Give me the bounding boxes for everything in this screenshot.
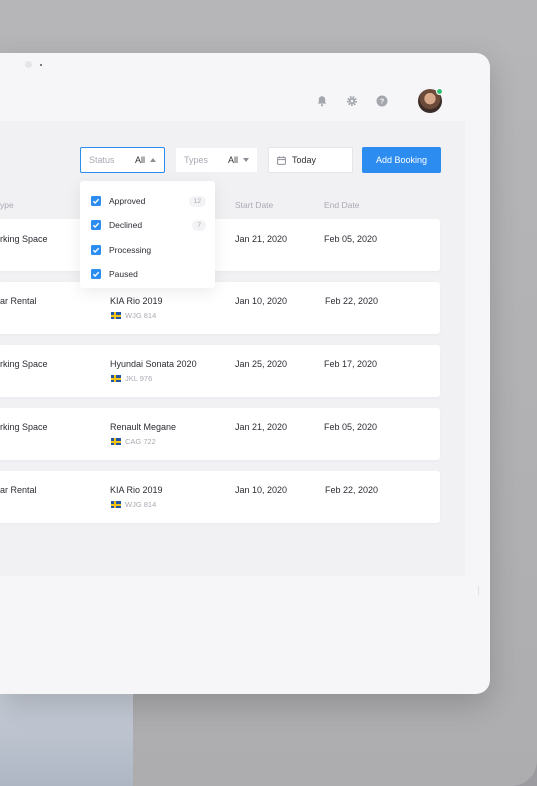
sweden-flag-icon xyxy=(111,501,121,508)
status-option-label: Declined xyxy=(109,220,143,230)
svg-text:?: ? xyxy=(380,97,385,106)
sweden-flag-icon xyxy=(111,375,121,382)
checkbox-checked-icon[interactable] xyxy=(91,269,101,279)
types-filter-label: Types xyxy=(184,155,209,165)
window-controls xyxy=(25,61,42,68)
sweden-flag-icon xyxy=(111,312,121,319)
cell-start-date: Jan 10, 2020 xyxy=(235,296,288,306)
cell-start-date: Jan 21, 2020 xyxy=(235,422,288,432)
date-filter-value: Today xyxy=(292,155,317,165)
cell-type: ar Rental xyxy=(0,296,37,306)
status-option-processing[interactable]: Processing xyxy=(91,244,206,256)
plate-number: WJG 814 xyxy=(125,500,157,509)
date-filter[interactable]: Today xyxy=(268,147,353,173)
status-count-badge: 12 xyxy=(188,195,206,207)
plate-number: WJG 814 xyxy=(125,311,157,320)
cell-type: rking Space xyxy=(0,359,48,369)
status-option-label: Paused xyxy=(109,269,138,279)
cell-plate: WJG 814 xyxy=(111,311,156,320)
chevron-down-icon xyxy=(243,158,249,162)
types-filter-value: All xyxy=(227,155,238,165)
checkbox-checked-icon[interactable] xyxy=(91,196,101,206)
calendar-icon xyxy=(277,155,286,165)
table-row[interactable]: ar Rental KIA Rio 2019 WJG 814 Jan 10, 2… xyxy=(0,471,440,523)
status-option-label: Approved xyxy=(109,196,146,206)
sweden-flag-icon xyxy=(111,438,121,445)
status-option-declined[interactable]: Declined 7 xyxy=(91,219,206,231)
cell-plate: WJG 814 xyxy=(111,500,156,509)
status-dropdown-menu: Approved 12 Declined 7 Processing Paused xyxy=(80,181,215,288)
cell-end-date: Feb 05, 2020 xyxy=(324,234,378,244)
cell-type: ar Rental xyxy=(0,485,37,495)
status-filter-value: All xyxy=(134,155,145,165)
app-window: ? Status All Types All Today Add Booking… xyxy=(0,53,490,694)
table-row[interactable]: ar Rental KIA Rio 2019 WJG 814 Jan 10, 2… xyxy=(0,282,440,334)
cell-start-date: Jan 21, 2020 xyxy=(235,234,288,244)
cell-end-date: Feb 22, 2020 xyxy=(325,296,379,306)
table-row[interactable]: rking Space Hyundai Sonata 2020 JKL 976 … xyxy=(0,345,440,397)
cell-start-date: Jan 25, 2020 xyxy=(235,359,288,369)
cell-end-date: Feb 17, 2020 xyxy=(324,359,378,369)
status-option-label: Processing xyxy=(109,245,152,255)
status-filter-label: Status xyxy=(89,155,115,165)
column-header-start-date[interactable]: Start Date xyxy=(235,200,273,210)
cell-end-date: Feb 05, 2020 xyxy=(324,422,378,432)
cell-type: rking Space xyxy=(0,422,48,432)
topbar-actions: ? xyxy=(316,88,443,113)
cell-vehicle: KIA Rio 2019 xyxy=(110,296,163,306)
status-filter[interactable]: Status All xyxy=(80,147,165,173)
scroll-indicator[interactable] xyxy=(478,586,479,595)
cell-vehicle: Hyundai Sonata 2020 xyxy=(110,359,197,369)
cell-plate: CAG 722 xyxy=(111,437,156,446)
filter-toolbar: Status All Types All Today Add Booking xyxy=(0,147,490,173)
desk-panel xyxy=(0,690,133,786)
help-icon[interactable]: ? xyxy=(376,95,388,107)
checkbox-checked-icon[interactable] xyxy=(91,220,101,230)
cell-plate: JKL 976 xyxy=(111,374,152,383)
checkbox-checked-icon[interactable] xyxy=(91,245,101,255)
cell-type: rking Space xyxy=(0,234,48,244)
window-control-dot[interactable] xyxy=(25,61,32,68)
cell-vehicle: KIA Rio 2019 xyxy=(110,485,163,495)
bell-icon[interactable] xyxy=(316,95,328,107)
chevron-up-icon xyxy=(150,158,156,162)
plate-number: CAG 722 xyxy=(125,437,156,446)
status-option-paused[interactable]: Paused xyxy=(91,268,206,280)
cell-end-date: Feb 22, 2020 xyxy=(325,485,379,495)
add-booking-button[interactable]: Add Booking xyxy=(362,147,441,173)
status-count-badge: 7 xyxy=(192,219,206,231)
online-status-dot xyxy=(436,88,443,95)
column-header-type[interactable]: ype xyxy=(0,200,14,210)
column-header-end-date[interactable]: End Date xyxy=(324,200,359,210)
table-row[interactable]: rking Space Renault Megane CAG 722 Jan 2… xyxy=(0,408,440,460)
user-avatar[interactable] xyxy=(418,88,443,113)
cell-vehicle: Renault Megane xyxy=(110,422,177,432)
gear-icon[interactable] xyxy=(346,95,358,107)
plate-number: JKL 976 xyxy=(125,374,153,383)
table-row[interactable]: rking Space Jan 21, 2020 Feb 05, 2020 xyxy=(0,219,440,271)
cell-start-date: Jan 10, 2020 xyxy=(235,485,288,495)
window-control-dot-small xyxy=(40,63,42,66)
types-filter[interactable]: Types All xyxy=(175,147,258,173)
status-option-approved[interactable]: Approved 12 xyxy=(91,195,206,207)
